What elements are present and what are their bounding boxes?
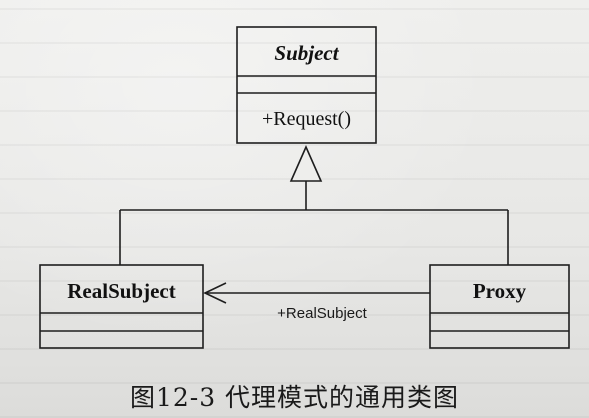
generalization-arrow	[119, 145, 509, 265]
figure-caption: 图12-3 代理模式的通用类图	[129, 383, 460, 412]
uml-class-diagram: Subject +Request() RealSubject Proxy +Re…	[39, 26, 570, 349]
proxy-class: Proxy	[429, 264, 570, 349]
proxy-class-border	[429, 264, 570, 349]
subject-class: Subject +Request()	[236, 26, 377, 144]
realsubject-class: RealSubject	[39, 264, 204, 349]
figure-page: Subject +Request() RealSubject Proxy +Re…	[0, 0, 589, 418]
association-arrow: +RealSubject	[203, 282, 430, 322]
subject-request-operation: +Request()	[262, 108, 351, 130]
realsubject-class-name: RealSubject	[67, 279, 176, 303]
association-role-label: +RealSubject	[277, 305, 367, 322]
proxy-class-name: Proxy	[473, 279, 527, 303]
inheritance-triangle	[289, 145, 323, 182]
subject-class-name: Subject	[274, 41, 339, 65]
realsubject-class-border	[39, 264, 204, 349]
